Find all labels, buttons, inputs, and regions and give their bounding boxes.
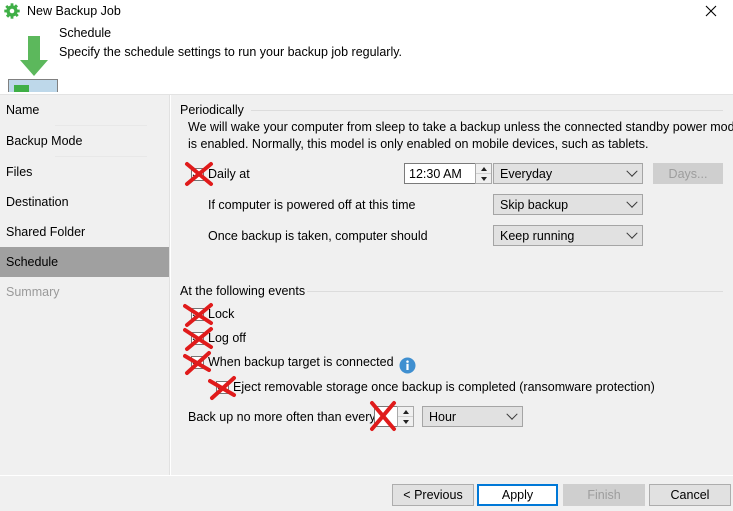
daily-at-checkbox[interactable]	[191, 168, 204, 181]
triangle-up-icon	[402, 409, 409, 414]
events-group-rule	[307, 291, 723, 292]
after-backup-label: Once backup is taken, computer should	[208, 229, 428, 243]
sidebar-item-label: Name	[6, 103, 40, 117]
finish-button-label: Finish	[587, 488, 621, 502]
throttle-stepper[interactable]	[397, 406, 414, 427]
throttle-stepper-up[interactable]	[398, 407, 413, 417]
sidebar-item-label: Destination	[6, 195, 69, 209]
header-title: Schedule	[59, 26, 112, 40]
sidebar-item-shared-folder[interactable]: Shared Folder	[0, 217, 169, 247]
periodically-group-rule	[251, 110, 723, 111]
event-target-connected-label: When backup target is connected	[208, 355, 394, 369]
daily-time-stepper[interactable]	[475, 163, 492, 184]
daily-at-label: Daily at	[208, 167, 250, 181]
finish-button: Finish	[563, 484, 645, 506]
sidebar-item-label: Files	[6, 165, 33, 179]
cancel-button-label: Cancel	[670, 488, 710, 502]
window-title: New Backup Job	[27, 4, 121, 18]
periodically-description-line2: is enabled. Normally, this model is only…	[188, 137, 649, 151]
sidebar-item-summary: Summary	[0, 277, 169, 307]
powered-off-select[interactable]: Skip backup	[493, 194, 643, 215]
content-panel: Periodically We will wake your computer …	[171, 95, 733, 475]
frequency-select[interactable]: Everyday	[493, 163, 643, 184]
days-button-label: Days...	[668, 166, 708, 181]
sidebar-item-label: Shared Folder	[6, 225, 86, 239]
periodically-group-label: Periodically	[180, 103, 244, 117]
gear-icon	[4, 3, 20, 19]
wizard-step-sidebar: Name Backup Mode Files Destination Share…	[0, 95, 170, 475]
chevron-down-icon	[622, 196, 642, 209]
powered-off-label: If computer is powered off at this time	[208, 198, 416, 212]
title-bar: New Backup Job	[0, 0, 733, 22]
header-subtitle: Specify the schedule settings to run you…	[59, 45, 403, 59]
cancel-button[interactable]: Cancel	[649, 484, 731, 506]
chevron-down-icon	[502, 408, 522, 421]
after-backup-select[interactable]: Keep running	[493, 225, 643, 246]
frequency-value: Everyday	[500, 166, 553, 181]
throttle-stepper-down[interactable]	[398, 417, 413, 426]
event-lock-checkbox[interactable]	[191, 308, 204, 321]
previous-button-label: < Previous	[403, 488, 463, 502]
throttle-unit-value: Hour	[429, 409, 457, 424]
days-button: Days...	[653, 163, 723, 184]
events-group-label: At the following events	[180, 284, 306, 298]
footer-divider	[0, 475, 733, 476]
sidebar-item-label: Backup Mode	[6, 134, 83, 148]
powered-off-value: Skip backup	[500, 197, 569, 212]
triangle-down-icon	[480, 176, 487, 181]
previous-button[interactable]: < Previous	[392, 484, 474, 506]
apply-button[interactable]: Apply	[477, 484, 558, 506]
event-eject-storage-label: Eject removable storage once backup is c…	[233, 380, 655, 394]
sidebar-item-files[interactable]: Files	[0, 157, 169, 187]
periodically-description-line1: We will wake your computer from sleep to…	[188, 120, 733, 134]
sidebar-item-schedule[interactable]: Schedule	[0, 247, 169, 277]
event-logoff-label: Log off	[208, 331, 247, 345]
after-backup-value: Keep running	[500, 228, 575, 243]
chevron-down-icon	[622, 227, 642, 240]
triangle-up-icon	[480, 166, 487, 171]
sidebar-item-name[interactable]: Name	[0, 95, 169, 125]
triangle-down-icon	[402, 419, 409, 424]
chevron-down-icon	[622, 165, 642, 178]
daily-time-value: 12:30 AM	[409, 166, 462, 181]
event-lock-label: Lock	[208, 307, 235, 321]
close-icon[interactable]	[688, 0, 733, 22]
page-header: Schedule Specify the schedule settings t…	[0, 22, 733, 99]
sidebar-item-label: Schedule	[6, 255, 59, 269]
sidebar-item-label: Summary	[6, 285, 60, 299]
sidebar-item-backup-mode[interactable]: Backup Mode	[0, 126, 169, 156]
throttle-unit-select[interactable]: Hour	[422, 406, 523, 427]
event-eject-storage-checkbox[interactable]	[216, 381, 229, 394]
event-target-connected-checkbox[interactable]	[191, 356, 204, 369]
throttle-value-input[interactable]	[374, 406, 398, 427]
download-arrow-drive-icon	[8, 26, 64, 99]
info-icon[interactable]	[399, 357, 416, 374]
event-logoff-checkbox[interactable]	[191, 332, 204, 345]
sidebar-item-destination[interactable]: Destination	[0, 187, 169, 217]
daily-time-input[interactable]: 12:30 AM	[404, 163, 476, 184]
daily-time-stepper-up[interactable]	[476, 164, 491, 174]
dialog-footer: < Previous Apply Finish Cancel	[0, 475, 733, 511]
daily-time-stepper-down[interactable]	[476, 174, 491, 183]
apply-button-label: Apply	[501, 488, 534, 502]
throttle-label: Back up no more often than every	[188, 410, 376, 424]
